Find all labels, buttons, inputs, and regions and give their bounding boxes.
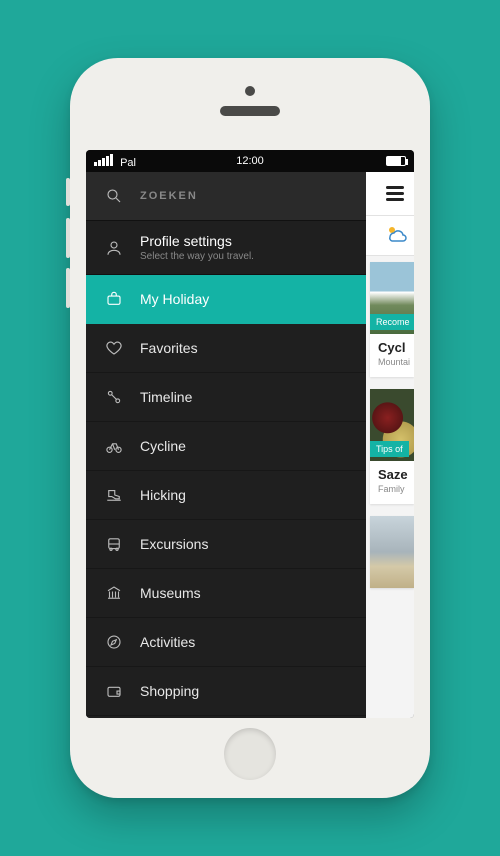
phone-speaker (220, 106, 280, 116)
content-peek: Recome Cycl Mountai Tips of Saze Family (366, 172, 414, 718)
phone-side-button (66, 268, 70, 308)
carrier-label: Pal (120, 157, 136, 169)
card-subtitle: Mountai (378, 357, 406, 367)
menu-item-cycline[interactable]: Cycline (86, 422, 366, 471)
peek-header (366, 172, 414, 216)
museum-icon (104, 583, 124, 603)
card-text: Cycl Mountai (370, 334, 414, 377)
nav-drawer: ZOEKEN Profile settings Select the way y… (86, 172, 366, 718)
menu-item-label: Activities (140, 634, 195, 650)
profile-settings-row[interactable]: Profile settings Select the way you trav… (86, 221, 366, 275)
search-label: ZOEKEN (140, 190, 198, 202)
content-card[interactable] (370, 516, 414, 588)
card-title: Saze (378, 467, 406, 482)
heart-icon (104, 338, 124, 358)
phone-side-button (66, 178, 70, 206)
search-row[interactable]: ZOEKEN (86, 172, 366, 221)
profile-icon (104, 238, 124, 258)
menu-item-excursions[interactable]: Excursions (86, 520, 366, 569)
phone-camera (245, 86, 255, 96)
home-button[interactable] (224, 728, 276, 780)
card-image (370, 516, 414, 588)
content-card[interactable]: Tips of Saze Family (370, 389, 414, 504)
status-time: 12:00 (236, 155, 264, 167)
app-body: ZOEKEN Profile settings Select the way y… (86, 172, 414, 718)
content-card[interactable]: Recome Cycl Mountai (370, 262, 414, 377)
bus-icon (104, 534, 124, 554)
timeline-icon (104, 387, 124, 407)
menu-item-label: Favorites (140, 340, 198, 356)
menu-item-shopping[interactable]: Shopping (86, 667, 366, 716)
card-tag: Tips of (370, 441, 409, 457)
bike-icon (104, 436, 124, 456)
peek-tabs (366, 216, 414, 256)
signal-icon (94, 154, 113, 166)
card-tag: Recome (370, 314, 414, 330)
card-image: Recome (370, 262, 414, 334)
menu-item-label: Shopping (140, 683, 199, 699)
menu-item-holiday[interactable]: My Holiday (86, 275, 366, 324)
card-text: Saze Family (370, 461, 414, 504)
battery-icon (386, 156, 406, 166)
suitcase-icon (104, 289, 124, 309)
wallet-icon (104, 681, 124, 701)
card-image: Tips of (370, 389, 414, 461)
menu-item-label: Excursions (140, 536, 208, 552)
menu-item-label: Museums (140, 585, 201, 601)
menu-item-hicking[interactable]: Hicking (86, 471, 366, 520)
card-subtitle: Family (378, 484, 406, 494)
phone-frame: Pal 12:00 ZOEKEN Profile sett (70, 58, 430, 798)
menu-item-label: Cycline (140, 438, 186, 454)
status-bar: Pal 12:00 (86, 150, 414, 172)
compass-icon (104, 632, 124, 652)
profile-text: Profile settings Select the way you trav… (140, 233, 254, 262)
menu-item-label: Timeline (140, 389, 192, 405)
menu-item-museums[interactable]: Museums (86, 569, 366, 618)
phone-side-button (66, 218, 70, 258)
menu-item-timeline[interactable]: Timeline (86, 373, 366, 422)
profile-subtitle: Select the way you travel. (140, 251, 254, 262)
boot-icon (104, 485, 124, 505)
menu-item-label: Hicking (140, 487, 186, 503)
status-left: Pal (94, 154, 136, 169)
card-title: Cycl (378, 340, 406, 355)
menu-item-activities[interactable]: Activities (86, 618, 366, 667)
weather-icon[interactable] (384, 221, 408, 250)
screen: Pal 12:00 ZOEKEN Profile sett (86, 150, 414, 718)
search-icon (104, 186, 124, 206)
menu-item-favorites[interactable]: Favorites (86, 324, 366, 373)
menu-button[interactable] (386, 186, 404, 201)
profile-title: Profile settings (140, 233, 254, 249)
menu-item-label: My Holiday (140, 291, 209, 307)
